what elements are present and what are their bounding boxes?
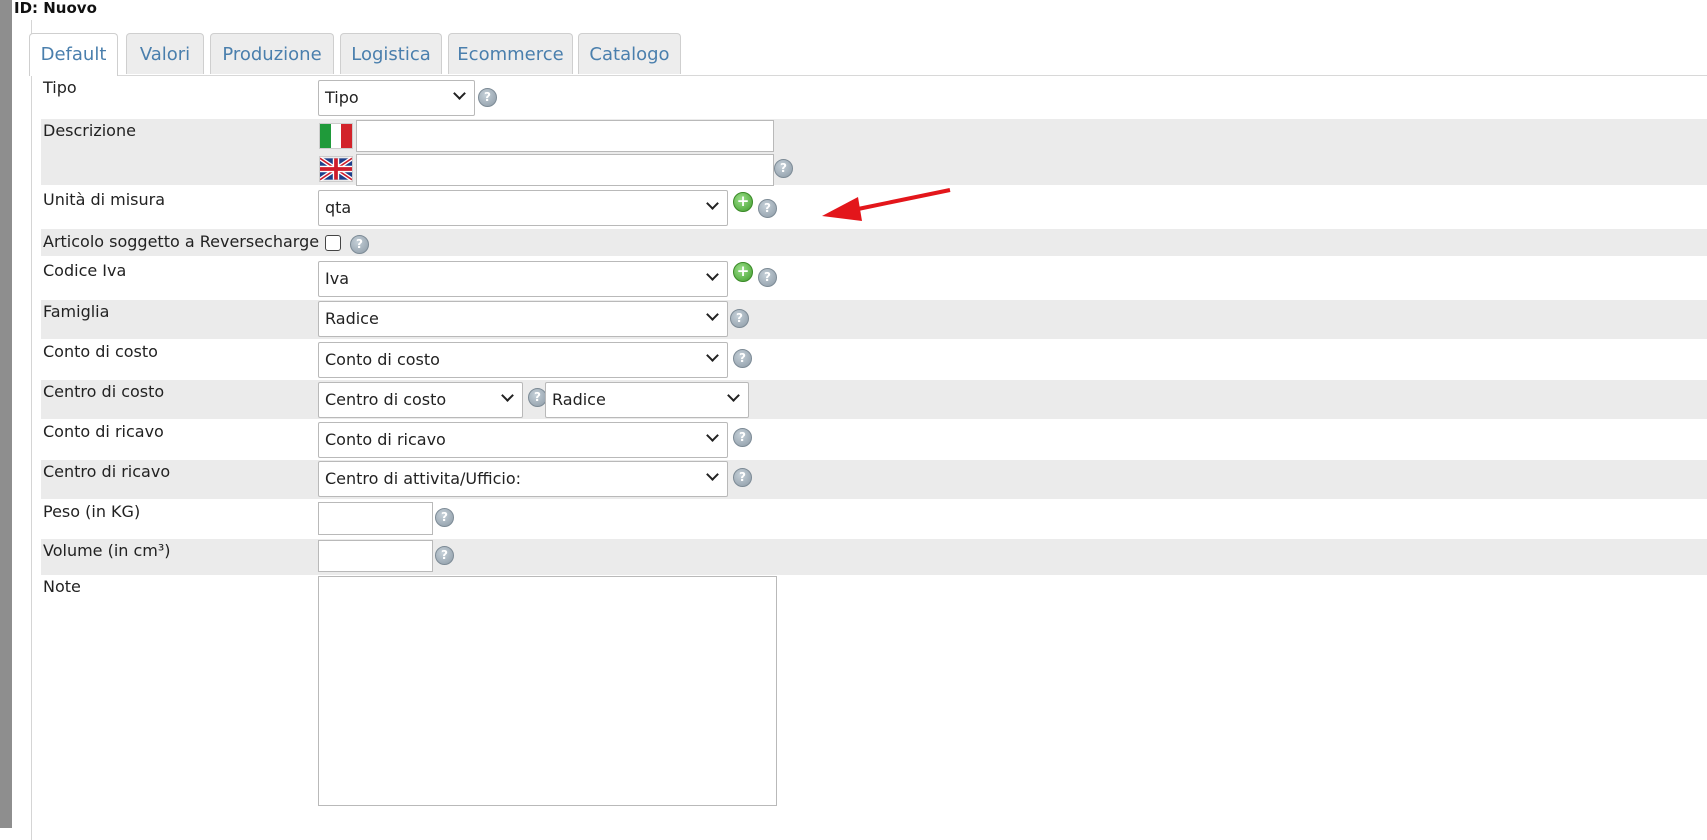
row-reversecharge: Articolo soggetto a Reversecharge ? <box>41 229 1707 256</box>
tab-default[interactable]: Default <box>29 33 118 76</box>
conto-ricavo-select-value: Conto di ricavo <box>325 430 446 449</box>
chevron-down-icon <box>706 349 719 362</box>
centro-ricavo-select-value: Centro di attivita/Ufficio: <box>325 469 521 488</box>
plus-circle-icon[interactable]: + <box>733 262 753 282</box>
help-icon[interactable]: ? <box>435 546 454 565</box>
tab-bar: Default Valori Produzione Logistica Ecom… <box>29 33 1707 76</box>
conto-ricavo-select[interactable]: Conto di ricavo <box>318 422 728 458</box>
label-descrizione: Descrizione <box>43 121 136 140</box>
centro-ricavo-select[interactable]: Centro di attivita/Ufficio: <box>318 461 728 497</box>
help-icon[interactable]: ? <box>774 159 793 178</box>
peso-input[interactable] <box>318 502 433 535</box>
label-famiglia: Famiglia <box>43 302 110 321</box>
help-icon[interactable]: ? <box>733 349 752 368</box>
famiglia-select-value: Radice <box>325 309 379 328</box>
tab-logistica[interactable]: Logistica <box>340 33 442 74</box>
reversecharge-checkbox[interactable] <box>325 235 341 251</box>
chevron-down-icon <box>706 268 719 281</box>
row-unita: Unità di misura qta + ? <box>41 187 1707 228</box>
help-icon[interactable]: ? <box>758 199 777 218</box>
chevron-down-icon <box>706 197 719 210</box>
chevron-down-icon <box>453 87 466 100</box>
left-panel-edge <box>0 0 12 828</box>
row-centro-costo: Centro di costo Centro di costo ? Radice <box>41 380 1707 419</box>
row-conto-costo: Conto di costo Conto di costo ? <box>41 340 1707 379</box>
row-iva: Codice Iva Iva + ? <box>41 258 1707 299</box>
description-it-input[interactable] <box>356 120 774 152</box>
label-reversecharge: Articolo soggetto a Reversecharge <box>43 232 320 251</box>
row-note: Note <box>41 576 1707 816</box>
centro-costo-root-value: Radice <box>552 390 606 409</box>
unita-select[interactable]: qta <box>318 190 728 226</box>
conto-costo-select-value: Conto di costo <box>325 350 440 369</box>
help-icon[interactable]: ? <box>435 508 454 527</box>
chevron-down-icon <box>501 389 514 402</box>
description-en-input[interactable] <box>356 154 774 186</box>
label-volume: Volume (in cm³) <box>43 541 171 560</box>
iva-select-value: Iva <box>325 269 349 288</box>
row-peso: Peso (in KG) ? <box>41 500 1707 538</box>
record-id: ID: Nuovo <box>14 0 97 17</box>
italy-flag-icon <box>319 123 353 149</box>
centro-costo-root-select[interactable]: Radice <box>545 382 749 418</box>
tab-catalogo[interactable]: Catalogo <box>578 33 681 74</box>
help-icon[interactable]: ? <box>478 88 497 107</box>
help-icon[interactable]: ? <box>350 235 369 254</box>
chevron-down-icon <box>706 308 719 321</box>
row-centro-ricavo: Centro di ricavo Centro di attivita/Uffi… <box>41 460 1707 499</box>
row-conto-ricavo: Conto di ricavo Conto di ricavo ? <box>41 420 1707 459</box>
tab-ecommerce[interactable]: Ecommerce <box>448 33 573 74</box>
help-icon[interactable]: ? <box>733 468 752 487</box>
iva-select[interactable]: Iva <box>318 261 728 297</box>
uk-flag-icon <box>319 156 353 182</box>
label-centro-ricavo: Centro di ricavo <box>43 462 171 481</box>
tab-produzione[interactable]: Produzione <box>210 33 334 74</box>
centro-costo-select-value: Centro di costo <box>325 390 447 409</box>
unita-select-value: qta <box>325 198 352 217</box>
label-unita: Unità di misura <box>43 190 166 209</box>
help-icon[interactable]: ? <box>758 268 777 287</box>
centro-costo-select[interactable]: Centro di costo <box>318 382 523 418</box>
conto-costo-select[interactable]: Conto di costo <box>318 342 728 378</box>
label-note: Note <box>43 577 81 596</box>
tab-valori[interactable]: Valori <box>126 33 204 74</box>
help-icon[interactable]: ? <box>733 428 752 447</box>
label-tipo: Tipo <box>43 78 77 97</box>
chevron-down-icon <box>706 468 719 481</box>
label-conto-ricavo: Conto di ricavo <box>43 422 164 441</box>
note-textarea[interactable] <box>318 576 777 806</box>
tipo-select-value: Tipo <box>325 88 359 107</box>
chevron-down-icon <box>727 389 740 402</box>
row-descrizione: Descrizione ? <box>41 119 1707 186</box>
row-volume: Volume (in cm³) ? <box>41 539 1707 575</box>
label-peso: Peso (in KG) <box>43 502 141 521</box>
row-tipo: Tipo Tipo ? <box>41 77 1707 118</box>
label-iva: Codice Iva <box>43 261 127 280</box>
help-icon[interactable]: ? <box>730 309 749 328</box>
label-centro-costo: Centro di costo <box>43 382 165 401</box>
tipo-select[interactable]: Tipo <box>318 80 475 116</box>
plus-circle-icon[interactable]: + <box>733 192 753 212</box>
chevron-down-icon <box>706 429 719 442</box>
label-conto-costo: Conto di costo <box>43 342 158 361</box>
form-container: Default Valori Produzione Logistica Ecom… <box>29 20 1707 840</box>
famiglia-select[interactable]: Radice <box>318 301 728 337</box>
row-famiglia: Famiglia Radice ? <box>41 300 1707 339</box>
volume-input[interactable] <box>318 540 433 572</box>
